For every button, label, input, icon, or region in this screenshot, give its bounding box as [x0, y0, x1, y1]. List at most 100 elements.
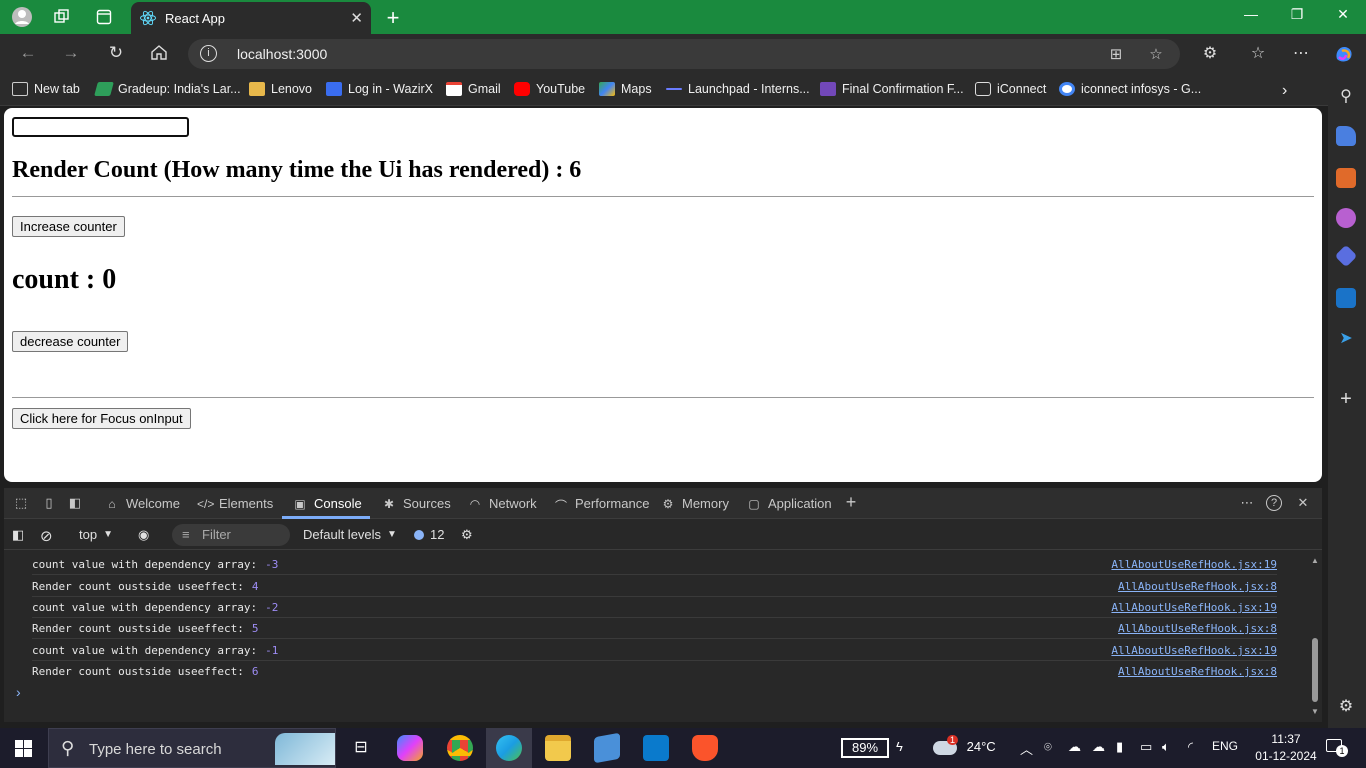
network-wifi-icon[interactable]: ◜: [1188, 739, 1193, 755]
help-icon[interactable]: ?: [1266, 495, 1282, 511]
context-selector[interactable]: top ▼: [79, 527, 113, 542]
new-tab-icon[interactable]: +: [382, 5, 404, 31]
source-link[interactable]: AllAboutUseRefHook.jsx:19: [1111, 597, 1277, 618]
copilot-icon[interactable]: [1332, 43, 1356, 65]
bookmark-final-confirmation[interactable]: Final Confirmation F...: [820, 82, 964, 96]
language-indicator[interactable]: ENG: [1212, 739, 1238, 753]
restore-icon[interactable]: ❐: [1282, 6, 1312, 23]
games-icon[interactable]: [1336, 208, 1356, 228]
battery-tray-icon[interactable]: ▭: [1140, 739, 1152, 755]
home-icon[interactable]: [147, 43, 171, 65]
filter-input[interactable]: ≡ Filter: [172, 524, 290, 546]
onedrive-off-icon[interactable]: ☁: [1068, 739, 1081, 755]
tab-sources[interactable]: ✱ Sources: [381, 496, 451, 511]
extensions-icon[interactable]: ⚙: [1198, 43, 1222, 65]
onedrive-icon[interactable]: ☁: [1092, 739, 1105, 755]
increase-counter-button[interactable]: Increase counter: [12, 216, 125, 237]
site-info-icon[interactable]: i: [200, 45, 217, 62]
sidebar-settings-icon[interactable]: ⚙: [1336, 696, 1356, 716]
tab-performance[interactable]: ⌒ Performance: [553, 496, 649, 513]
vscode-icon[interactable]: [643, 735, 669, 761]
refresh-icon[interactable]: ↻: [104, 43, 128, 65]
bookmark-launchpad[interactable]: Launchpad - Interns...: [666, 82, 810, 96]
clock[interactable]: 11:37 01-12-2024: [1250, 731, 1322, 765]
tab-actions-icon[interactable]: [93, 6, 115, 28]
source-link[interactable]: AllAboutUseRefHook.jsx:8: [1118, 618, 1277, 639]
windows-start-icon[interactable]: [15, 740, 32, 757]
workspaces-icon[interactable]: [51, 6, 73, 28]
scroll-down-icon[interactable]: ▼: [1311, 707, 1319, 716]
bookmark-wazirx[interactable]: Log in - WazirX: [326, 82, 433, 96]
tab-application[interactable]: ▢ Application: [746, 496, 831, 511]
favorite-star-icon[interactable]: ☆: [1146, 45, 1166, 63]
tab-memory[interactable]: ⚙ Memory: [660, 496, 729, 511]
source-link[interactable]: AllAboutUseRefHook.jsx:19: [1111, 640, 1277, 661]
inspect-element-icon[interactable]: ⬚: [12, 495, 30, 511]
bookmark-maps[interactable]: Maps: [599, 82, 652, 96]
camera-icon[interactable]: ⌾: [1044, 739, 1052, 755]
focus-target-input[interactable]: [12, 117, 189, 137]
app-install-icon[interactable]: [594, 732, 620, 764]
add-sidebar-app-icon[interactable]: +: [1336, 389, 1356, 410]
focus-input-button[interactable]: Click here for Focus onInput: [12, 408, 191, 429]
clear-console-icon[interactable]: ⊘: [40, 527, 53, 545]
live-expression-eye-icon[interactable]: ◉: [138, 527, 149, 543]
tab-welcome[interactable]: ⌂ Welcome: [104, 496, 180, 511]
more-tools-plus-icon[interactable]: +: [842, 492, 860, 512]
sidebar-toggle-icon[interactable]: ◧: [12, 527, 24, 543]
volume-icon[interactable]: 🔈︎: [1162, 739, 1170, 755]
close-tab-icon[interactable]: ✕: [350, 9, 363, 27]
minimize-icon[interactable]: —: [1236, 6, 1266, 22]
file-explorer-icon[interactable]: [545, 735, 571, 761]
back-icon[interactable]: ←: [16, 43, 40, 65]
profile-avatar-icon[interactable]: [11, 6, 33, 28]
show-hidden-icons-chevron-icon[interactable]: ︿: [1020, 739, 1033, 758]
log-levels-dropdown[interactable]: Default levels ▼: [303, 527, 397, 542]
tab-console[interactable]: ▣ Console: [292, 496, 361, 511]
dock-side-icon[interactable]: ◧: [66, 495, 84, 511]
source-link[interactable]: AllAboutUseRefHook.jsx:8: [1118, 661, 1277, 682]
source-link[interactable]: AllAboutUseRefHook.jsx:19: [1111, 554, 1277, 575]
close-devtools-icon[interactable]: ✕: [1294, 495, 1312, 511]
console-prompt-chevron-icon[interactable]: ›: [16, 684, 21, 700]
tools-briefcase-icon[interactable]: [1336, 168, 1356, 188]
task-view-icon[interactable]: ⊟: [348, 735, 374, 761]
bookmark-lenovo[interactable]: Lenovo: [249, 82, 312, 96]
chrome-icon[interactable]: [447, 735, 473, 761]
console-scrollbar[interactable]: ▲ ▼: [1310, 556, 1320, 716]
tab-network[interactable]: ◠ Network: [467, 496, 537, 511]
send-icon[interactable]: ➤: [1336, 328, 1356, 348]
bookmark-iconnect[interactable]: iConnect: [975, 82, 1046, 96]
outlook-icon[interactable]: [1336, 288, 1356, 308]
brave-icon[interactable]: [692, 735, 718, 761]
notifications-icon[interactable]: 1: [1326, 739, 1348, 757]
bookmark-youtube[interactable]: YouTube: [514, 82, 585, 96]
window-close-icon[interactable]: ✕: [1328, 6, 1358, 23]
weather-widget[interactable]: 1 24°C: [933, 735, 996, 755]
more-menu-icon[interactable]: ⋯: [1289, 43, 1313, 65]
bookmark-gmail[interactable]: Gmail: [446, 82, 501, 96]
issues-counter[interactable]: 12: [414, 527, 444, 542]
bookmark-gradeup[interactable]: Gradeup: India's Lar...: [94, 82, 241, 96]
taskbar-search-box[interactable]: ⚲ Type here to search: [48, 728, 336, 768]
microphone-icon[interactable]: ▮: [1116, 739, 1123, 755]
battery-indicator[interactable]: 89%: [841, 738, 889, 758]
source-link[interactable]: AllAboutUseRefHook.jsx:8: [1118, 576, 1277, 597]
favorites-icon[interactable]: ☆: [1246, 43, 1270, 65]
devtools-more-icon[interactable]: ⋯: [1238, 495, 1256, 511]
device-emulation-icon[interactable]: ▯: [40, 495, 58, 511]
app-available-icon[interactable]: ⊞: [1106, 45, 1126, 63]
forward-icon[interactable]: →: [59, 43, 83, 65]
console-settings-icon[interactable]: ⚙: [461, 527, 473, 543]
search-icon[interactable]: ⚲: [1336, 86, 1356, 106]
copilot-apps-icon[interactable]: [1334, 244, 1358, 268]
scroll-thumb[interactable]: [1312, 638, 1318, 702]
copilot-taskbar-icon[interactable]: [397, 735, 423, 761]
scroll-up-icon[interactable]: ▲: [1311, 556, 1319, 565]
bookmarks-overflow-chevron-icon[interactable]: ›: [1282, 82, 1287, 100]
bookmark-new-tab[interactable]: New tab: [12, 82, 80, 96]
shopping-tag-icon[interactable]: [1336, 126, 1356, 146]
tab-elements[interactable]: </> Elements: [197, 496, 273, 511]
decrease-counter-button[interactable]: decrease counter: [12, 331, 129, 352]
address-bar[interactable]: i localhost:3000 ⊞ ☆: [188, 39, 1180, 69]
